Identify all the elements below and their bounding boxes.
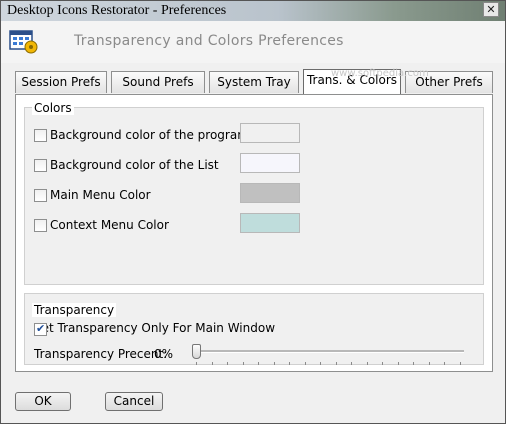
slider-tick (227, 362, 229, 365)
slider-tick (444, 362, 446, 365)
page-title: Transparency and Colors Preferences (74, 33, 344, 49)
preferences-header: Transparency and Colors Preferences (1, 21, 505, 63)
slider-tick (211, 362, 213, 365)
transparency-slider-track[interactable] (192, 350, 464, 353)
tab-sound-prefs[interactable]: Sound Prefs (111, 71, 205, 93)
main-window-only-label: Set Transparency Only For Main Window (34, 321, 276, 335)
slider-tick (304, 362, 306, 365)
slider-tick (242, 362, 244, 365)
slider-tick (289, 362, 291, 365)
slider-tick (351, 362, 353, 365)
slider-tick (428, 362, 430, 365)
slider-tick (335, 362, 337, 365)
cancel-button[interactable]: Cancel (105, 392, 163, 411)
transparency-slider-thumb[interactable] (192, 344, 201, 359)
title-bar[interactable]: Desktop Icons Restorator - Preferences ✕ (1, 1, 505, 22)
slider-tick (397, 362, 399, 365)
program-background-label: Background color of the program (50, 128, 249, 142)
slider-tick (196, 362, 197, 365)
colors-group-label: Colors (32, 101, 74, 115)
slider-tick (413, 362, 415, 365)
ok-button[interactable]: OK (15, 392, 71, 411)
transparency-group-label: Transparency (32, 303, 117, 317)
slider-tick (382, 362, 384, 365)
tab-system-tray[interactable]: System Tray (209, 71, 299, 93)
tab-session-prefs[interactable]: Session Prefs (15, 71, 107, 93)
window-title: Desktop Icons Restorator - Preferences (7, 3, 227, 18)
slider-tick (273, 362, 275, 365)
preferences-window: Desktop Icons Restorator - Preferences ✕… (0, 0, 506, 424)
list-background-label: Background color of the List (50, 158, 219, 172)
checkmark-icon: ✔ (36, 322, 46, 335)
program-background-swatch[interactable] (240, 123, 300, 143)
slider-tick (320, 362, 322, 365)
close-button[interactable]: ✕ (483, 2, 499, 17)
main-menu-color-swatch[interactable] (240, 183, 300, 203)
slider-tick (366, 362, 368, 365)
main-window-only-checkbox[interactable]: ✔ (34, 322, 47, 336)
program-background-checkbox[interactable] (34, 129, 47, 142)
context-menu-color-label: Context Menu Color (50, 218, 169, 232)
list-background-swatch[interactable] (240, 153, 300, 173)
context-menu-color-swatch[interactable] (240, 213, 300, 233)
transparency-percent-label: Transparency Precent: (34, 347, 168, 361)
context-menu-color-checkbox[interactable] (34, 219, 47, 232)
watermark: www.softpedia.com (331, 68, 429, 79)
transparency-option-row: ✔ Set Transparency Only For Main Window (34, 321, 275, 339)
slider-tick (460, 362, 461, 365)
list-background-checkbox[interactable] (34, 159, 47, 172)
slider-tick (258, 362, 260, 365)
transparency-percent-value: 0% (154, 347, 174, 361)
app-icon (9, 30, 38, 54)
main-menu-color-label: Main Menu Color (50, 188, 151, 202)
main-menu-color-checkbox[interactable] (34, 189, 47, 202)
tab-panel: Colors Background color of the program B… (15, 94, 493, 372)
